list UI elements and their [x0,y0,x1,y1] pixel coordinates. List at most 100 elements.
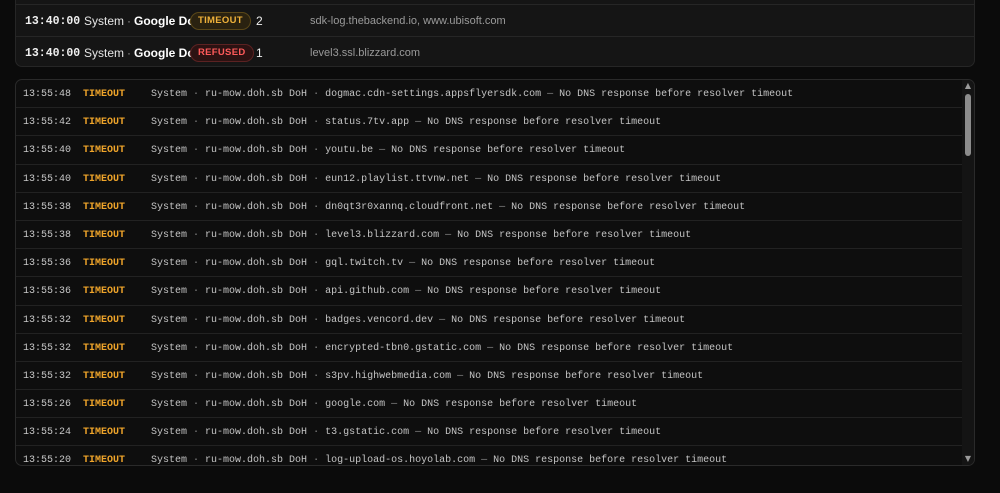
log-time: 13:55:24 [23,427,72,439]
log-domain: log-upload-os.hoyolab.com [325,455,476,466]
log-row[interactable]: 13:55:20 TIMEOUT System · ru-mow.doh.sb Do… [16,446,962,466]
log-domain: gql.twitch.tv [325,258,404,270]
log-row[interactable]: 13:55:42 TIMEOUT System · ru-mow.doh.sb Do… [16,108,962,137]
log-row[interactable]: 13:55:32 TIMEOUT System · ru-mow.doh.sb Do… [16,362,962,391]
log-resolver: ru-mow.doh.sb DoH [205,89,308,100]
log-domain: dogmac.cdn-settings.appsflyersdk.com [325,89,542,100]
status-badge: REFUSED [190,44,254,62]
log-domain: eun12.playlist.ttvnw.net [325,173,470,185]
log-message: System · ru-mow.doh.sb DoH · dogmac.cdn-… [151,89,794,100]
log-time: 13:55:40 [23,173,72,185]
log-time: 13:55:20 [23,455,72,466]
log-detail: No DNS response before resolver timeout [499,342,734,354]
summary-time: 13:40:00 [25,46,81,60]
log-row[interactable]: 13:55:40 TIMEOUT System · ru-mow.doh.sb Do… [16,136,962,165]
log-row[interactable]: 13:55:26 TIMEOUT System · ru-mow.doh.sb Do… [16,390,962,419]
log-system: System [151,427,188,439]
log-time: 13:55:40 [23,145,72,157]
log-message: System · ru-mow.doh.sb DoH · badges.venc… [151,314,686,326]
log-resolver: ru-mow.doh.sb DoH [205,399,308,411]
summary-source: System · Google DoH [84,46,204,60]
log-time: 13:55:32 [23,342,72,354]
summary-count: 1 [256,46,263,60]
summary-time: 13:40:00 [25,14,81,28]
log-row[interactable]: 13:55:36 TIMEOUT System · ru-mow.doh.sb Do… [16,249,962,278]
log-detail: No DNS response before resolver timeout [559,89,794,100]
log-status: TIMEOUT [83,201,126,213]
scroll-down-icon[interactable]: ▼ [962,453,974,465]
log-time: 13:55:48 [23,89,72,100]
log-status: TIMEOUT [83,145,126,157]
log-resolver: ru-mow.doh.sb DoH [205,370,308,382]
log-row[interactable]: 13:55:32 TIMEOUT System · ru-mow.doh.sb Do… [16,306,962,334]
summary-domains: level3.ssl.blizzard.com [310,47,421,59]
log-status: TIMEOUT [83,286,126,298]
log-domain: dn0qt3r0xannq.cloudfront.net [325,201,494,213]
log-message: System · ru-mow.doh.sb DoH · t3.gstatic.… [151,427,662,439]
log-system: System [151,258,188,270]
log-resolver: ru-mow.doh.sb DoH [205,258,308,270]
log-message: System · ru-mow.doh.sb DoH · dn0qt3r0xan… [151,201,746,213]
log-detail: No DNS response before resolver timeout [391,145,626,157]
log-time: 13:55:32 [23,314,72,326]
log-message: System · ru-mow.doh.sb DoH · eun12.playl… [151,173,722,185]
log-status: TIMEOUT [83,89,126,100]
log-system: System [151,145,188,157]
log-row[interactable]: 13:55:38 TIMEOUT System · ru-mow.doh.sb Do… [16,221,962,250]
log-message: System · ru-mow.doh.sb DoH · google.com … [151,399,638,411]
log-status: TIMEOUT [83,173,126,185]
log-detail: No DNS response before resolver timeout [493,455,728,466]
log-system: System [151,314,188,326]
log-message: System · ru-mow.doh.sb DoH · log-upload-… [151,455,728,466]
log-status: TIMEOUT [83,455,126,466]
log-message: System · ru-mow.doh.sb DoH · api.github.… [151,286,662,298]
log-resolver: ru-mow.doh.sb DoH [205,145,308,157]
log-status: TIMEOUT [83,342,126,354]
log-row[interactable]: 13:55:32 TIMEOUT System · ru-mow.doh.sb Do… [16,334,962,362]
summary-row[interactable]: 13:40:00 System · Google DoH REFUSED 1 lev… [16,36,974,66]
summary-system: System [84,14,125,28]
log-row[interactable]: 13:55:24 TIMEOUT System · ru-mow.doh.sb Do… [16,418,962,447]
log-detail: No DNS response before resolver timeout [487,173,722,185]
log-resolver: ru-mow.doh.sb DoH [205,286,308,298]
dns-log-panel[interactable]: 13:55:48 TIMEOUT System · ru-mow.doh.sb Do… [15,79,975,466]
log-detail: No DNS response before resolver timeout [511,201,746,213]
log-message: System · ru-mow.doh.sb DoH · level3.bliz… [151,229,692,241]
scroll-up-icon[interactable]: ▲ [962,80,974,92]
log-time: 13:55:36 [23,286,72,298]
log-message: System · ru-mow.doh.sb DoH · status.7tv.… [151,117,662,129]
log-row[interactable]: 13:55:36 TIMEOUT System · ru-mow.doh.sb Do… [16,277,962,306]
summary-row[interactable]: 13:40:00 System · Google DoH TIMEOUT 2 sdk… [16,4,974,37]
log-system: System [151,399,188,411]
log-status: TIMEOUT [83,399,126,411]
log-message: System · ru-mow.doh.sb DoH · gql.twitch.… [151,258,656,270]
log-time: 13:55:32 [23,370,72,382]
log-system: System [151,89,188,100]
summary-table: 13:40:00 System · Google DoH TIMEOUT 2 sdk… [15,0,975,67]
scrollbar-thumb[interactable] [965,94,971,156]
status-badge: TIMEOUT [190,12,251,30]
log-row[interactable]: 13:55:40 TIMEOUT System · ru-mow.doh.sb Do… [16,165,962,193]
log-domain: youtu.be [325,145,374,157]
log-status: TIMEOUT [83,229,126,241]
log-row[interactable]: 13:55:38 TIMEOUT System · ru-mow.doh.sb Do… [16,193,962,221]
log-domain: s3pv.highwebmedia.com [325,370,452,382]
log-system: System [151,229,188,241]
log-message: System · ru-mow.doh.sb DoH · encrypted-t… [151,342,734,354]
log-status: TIMEOUT [83,314,126,326]
log-resolver: ru-mow.doh.sb DoH [205,314,308,326]
log-status: TIMEOUT [83,117,126,129]
log-detail: No DNS response before resolver timeout [427,286,662,298]
summary-system: System [84,46,125,60]
log-status: TIMEOUT [83,258,126,270]
log-row[interactable]: 13:55:48 TIMEOUT System · ru-mow.doh.sb Do… [16,80,962,109]
log-time: 13:55:36 [23,258,72,270]
log-resolver: ru-mow.doh.sb DoH [205,117,308,129]
summary-count: 2 [256,14,263,28]
log-system: System [151,342,188,354]
scrollbar[interactable]: ▲ ▼ [962,80,974,465]
log-domain: status.7tv.app [325,117,410,129]
log-domain: google.com [325,399,386,411]
log-message: System · ru-mow.doh.sb DoH · s3pv.highwe… [151,370,704,382]
log-time: 13:55:38 [23,201,72,213]
